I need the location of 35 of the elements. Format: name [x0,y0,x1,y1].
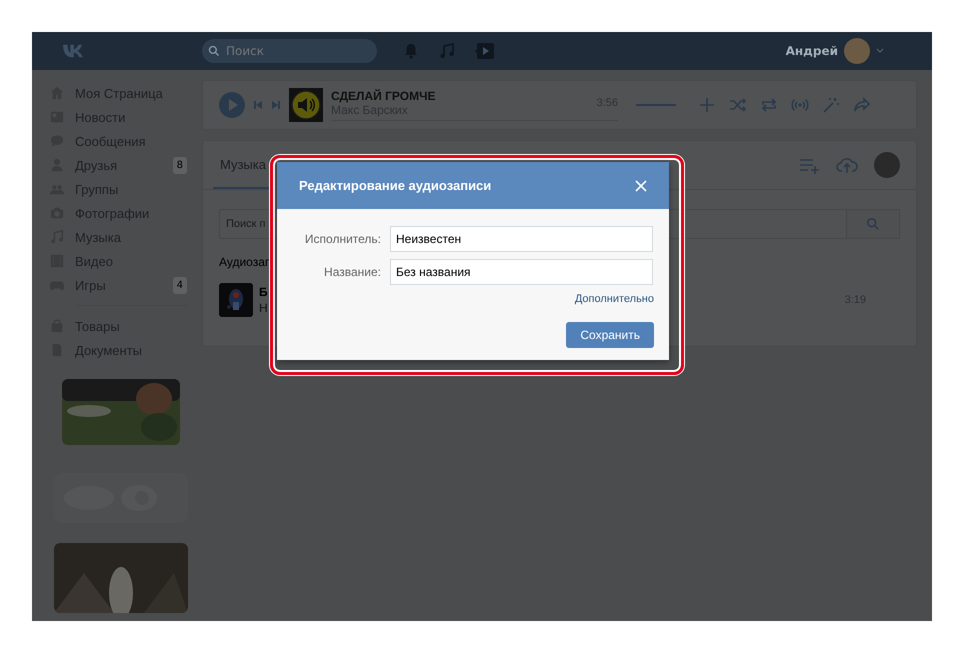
more-link[interactable]: Дополнительно [574,293,654,305]
input-field[interactable]: Неизвестен [390,226,653,252]
cloud-upload-icon[interactable] [836,155,858,175]
video-play-icon[interactable] [475,42,495,60]
search-icon [866,217,880,231]
avatar[interactable] [844,38,870,64]
play-button-icon[interactable] [219,92,245,118]
broadcast-icon[interactable] [791,96,809,114]
user-name[interactable]: Андрей [786,44,838,58]
search-button[interactable] [846,209,900,239]
music-note-icon[interactable] [439,43,455,59]
artist-name[interactable]: Н [259,301,268,315]
input-field[interactable]: Без названия [390,259,653,285]
avatar[interactable] [874,152,900,178]
track-title: Б [259,285,268,299]
counter-badge: 4 [172,276,187,294]
speaker-icon [289,88,323,122]
counter-badge: 8 [172,156,187,174]
field-label: Название: [323,265,381,279]
dialog-title: Редактирование аудиозаписи [299,178,492,193]
repeat-icon[interactable] [760,96,778,114]
field-label: Исполнитель: [304,232,381,246]
bell-icon[interactable] [403,43,419,59]
caret-icon[interactable] [876,48,884,54]
search-field[interactable]: Поиск [202,39,377,63]
track-title: СДЕЛАЙ ГРОМЧЕ [331,89,436,103]
magic-wand-icon[interactable] [822,96,840,114]
share-arrow-icon[interactable] [853,96,871,114]
close-icon[interactable] [635,180,647,192]
shuffle-icon[interactable] [729,96,747,114]
save-button[interactable]: Сохранить [566,322,654,348]
plus-icon[interactable] [698,96,716,114]
previous-track-icon[interactable] [253,100,263,110]
next-track-icon[interactable] [271,100,281,110]
section-title: Аудиозап [219,255,272,269]
